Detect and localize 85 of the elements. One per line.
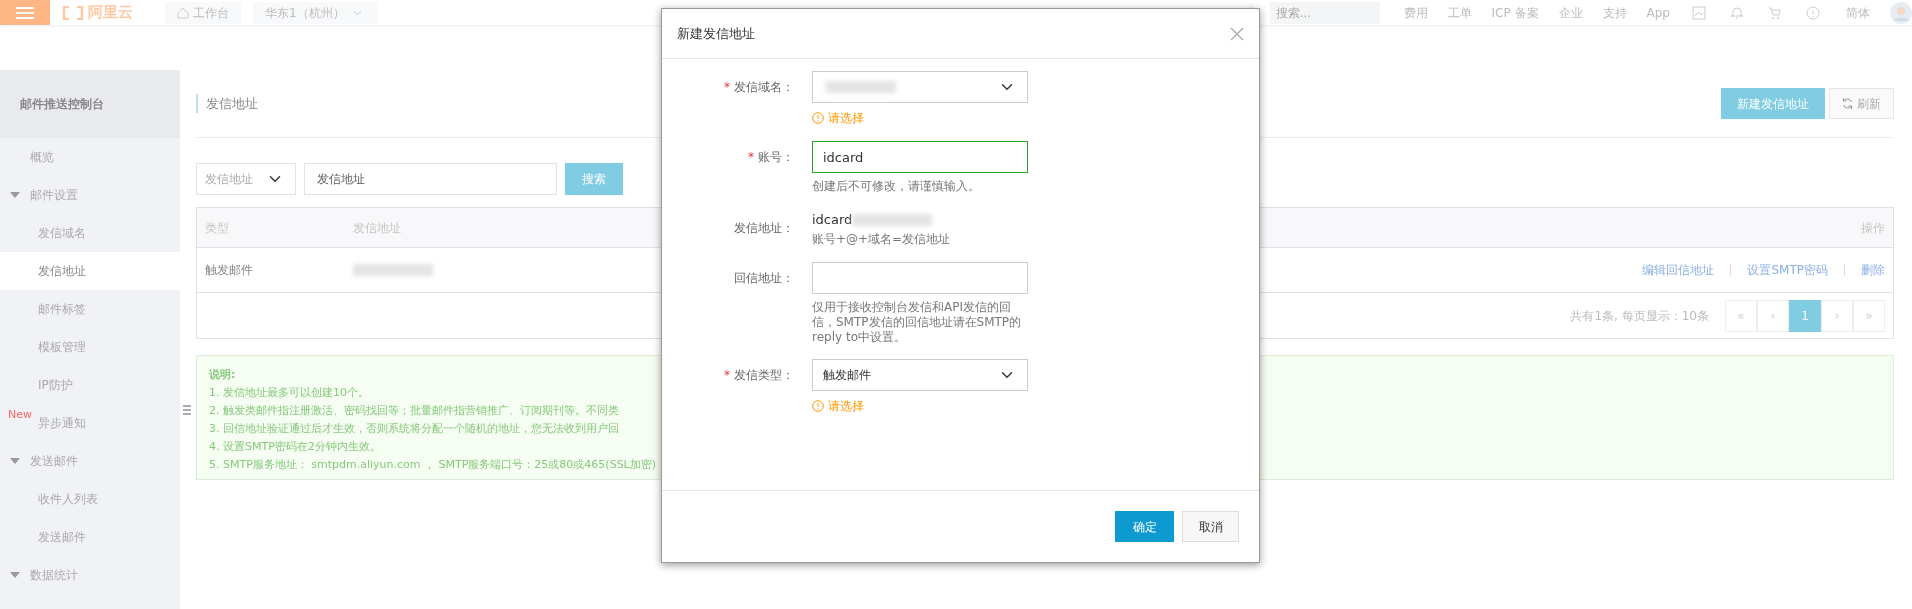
hint-text: 创建后不可修改，请谨慎输入。 (812, 179, 981, 194)
sidebar-item[interactable]: 发信域名 (0, 214, 180, 252)
notes-line: 4. 设置SMTP密码在2分钟内生效。 (209, 439, 381, 455)
nav-link[interactable]: 企业 (1554, 3, 1587, 22)
field-label: 回信地址： (734, 270, 794, 287)
page-button[interactable]: ‹ (1757, 299, 1789, 332)
notes-title: 说明: (209, 367, 236, 383)
action-link[interactable]: 设置SMTP密码 (1747, 261, 1828, 279)
notes-line: 5. SMTP服务地址： smtpdm.aliyun.com ， SMTP服务端口号：25或80或465(SSL加密) (209, 457, 657, 473)
sidebar-item[interactable]: IP防护 (0, 366, 180, 404)
confirm-button[interactable]: 确定 (1115, 511, 1174, 542)
language-link[interactable]: 简体 (1838, 3, 1878, 22)
sidebar-item[interactable]: 收件人列表 (0, 480, 180, 518)
sidebar-item[interactable]: 发送邮件 (0, 518, 180, 556)
input-field[interactable]: idcard (812, 141, 1028, 173)
field-label: 发信地址： (734, 220, 794, 237)
address-value: idcard (812, 211, 853, 230)
create-button[interactable]: 新建发信地址 (1721, 88, 1825, 119)
search-button[interactable]: 搜索 (565, 163, 623, 195)
search-field[interactable]: 搜索... (1269, 1, 1380, 24)
new-label: New (8, 407, 32, 423)
sidebar-item[interactable]: 数据统计 (0, 556, 180, 594)
nav-link[interactable]: 费用 (1399, 3, 1432, 22)
list-icon (183, 405, 191, 415)
home-icon (177, 6, 189, 19)
field-label: 发信类型： (734, 367, 794, 384)
field-dropdown[interactable]: 发信地址 (196, 163, 296, 195)
action-link[interactable]: 删除 (1861, 261, 1885, 279)
page-button[interactable]: › (1821, 299, 1853, 332)
nav-link[interactable]: App (1642, 3, 1674, 22)
triangle-down-icon (10, 191, 20, 199)
field-label: 发信域名： (734, 79, 794, 96)
input-field[interactable] (812, 262, 1028, 294)
sidebar-item[interactable]: 发送邮件 (0, 442, 180, 480)
sidebar-item[interactable]: 概览 (0, 138, 180, 176)
cancel-button[interactable]: 取消 (1182, 511, 1239, 542)
hint-text: 账号+@+域名=发信地址 (812, 232, 952, 247)
nav-link[interactable]: ICP 备案 (1487, 3, 1543, 22)
refresh-icon (1842, 98, 1853, 109)
close-icon[interactable] (1230, 26, 1244, 41)
menu-icon (16, 6, 34, 19)
pagination-summary: 共有1条, 每页显示：10条 (1570, 307, 1709, 325)
notes-line: 1. 发信地址最多可以创建10个。 (209, 385, 369, 401)
sidebar-item[interactable]: 异步通知 New (0, 404, 180, 442)
triangle-down-icon (10, 571, 20, 579)
hint-text: 仅用于接收控制台发信和API发信的回信，SMTP发信的回信地址请在SMTP的reply to中设置。 (812, 300, 1023, 345)
notes-line: 3. 回信地址验证通过后才生效，否则系统将分配一个随机的地址，您无法收到用户回 (209, 421, 619, 437)
page-button[interactable]: « (1725, 299, 1757, 332)
dialog-title: 新建发信地址 (677, 24, 755, 43)
workbench-button[interactable]: 工作台 (165, 1, 241, 24)
required-mark: * (724, 79, 730, 96)
nav-link[interactable]: 工单 (1443, 3, 1476, 22)
notes-line: 2. 触发类邮件指注册激活、密码找回等；批量邮件指营销推广、订阅期刊等。不同类 (209, 403, 619, 419)
page-button[interactable]: 1 (1789, 299, 1821, 332)
help-icon[interactable] (1806, 5, 1820, 20)
sidebar-item[interactable]: 发信地址 (0, 252, 180, 290)
refresh-button[interactable]: 刷新 (1829, 88, 1894, 119)
menu-button[interactable] (0, 0, 50, 25)
action-link[interactable]: 编辑回信地址 (1642, 261, 1715, 279)
nav-link[interactable]: 支持 (1598, 3, 1631, 22)
sidebar-item[interactable]: 模板管理 (0, 328, 180, 366)
cart-icon[interactable] (1768, 5, 1782, 20)
search-field[interactable]: 发信地址 (304, 163, 557, 195)
sidebar-item[interactable]: 邮件设置 (0, 176, 180, 214)
warning-icon (812, 112, 824, 124)
warning-text: 请选择 (828, 110, 864, 127)
logo-icon (62, 5, 84, 20)
bell-icon[interactable] (1730, 5, 1744, 20)
region-dropdown[interactable]: 华东1（杭州） (253, 1, 378, 24)
caret-icon (352, 9, 362, 16)
sidebar-item[interactable]: 邮件标签 (0, 290, 180, 328)
required-mark: * (748, 149, 754, 166)
warning-text: 请选择 (828, 398, 864, 415)
logo-text: 阿里云 (88, 2, 133, 24)
page-title: 发信地址 (196, 93, 258, 114)
avatar-icon[interactable] (1890, 1, 1912, 24)
required-mark: * (724, 367, 730, 384)
table-cell-text: 触发邮件 (205, 262, 254, 279)
page-button[interactable]: » (1853, 299, 1885, 332)
sidebar-title: 邮件推送控制台 (0, 70, 180, 138)
field-label: 账号： (758, 149, 794, 166)
picture-icon[interactable] (1692, 5, 1706, 20)
warning-icon (812, 400, 824, 412)
select-field[interactable]: 触发邮件 (812, 359, 1028, 391)
triangle-down-icon (10, 457, 20, 465)
